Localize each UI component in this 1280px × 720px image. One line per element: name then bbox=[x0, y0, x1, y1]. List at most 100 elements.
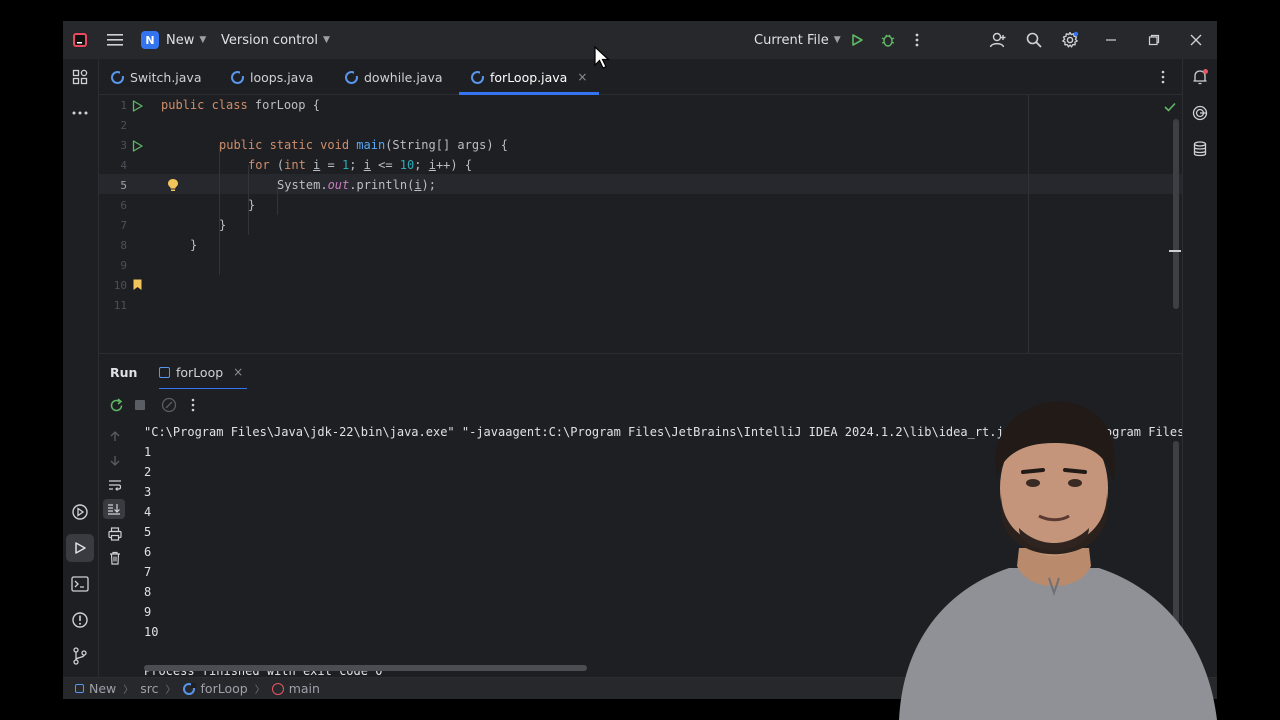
code-line-7: } bbox=[219, 218, 227, 232]
keyword: public class bbox=[161, 98, 255, 112]
class-name: forLoop bbox=[254, 98, 306, 112]
project-structure-icon[interactable] bbox=[66, 63, 94, 91]
code-text: .println( bbox=[349, 178, 415, 192]
console-horizontal-scrollbar[interactable] bbox=[144, 665, 587, 671]
terminal-icon[interactable] bbox=[66, 570, 94, 598]
chevron-down-icon: ▼ bbox=[323, 35, 330, 45]
search-icon[interactable] bbox=[1026, 21, 1042, 59]
more-actions-icon[interactable] bbox=[915, 21, 919, 59]
vcs-label: Version control bbox=[221, 32, 318, 48]
tab-forloop-java[interactable]: forLoop.java × bbox=[459, 59, 600, 95]
java-class-icon bbox=[471, 70, 485, 84]
tab-options-icon[interactable] bbox=[1161, 70, 1165, 88]
current-line-highlight bbox=[99, 174, 1182, 194]
variable: i bbox=[414, 178, 422, 192]
run-tab-forloop[interactable]: forLoop × bbox=[159, 354, 248, 390]
problems-icon[interactable] bbox=[66, 606, 94, 634]
notifications-bell-icon[interactable] bbox=[1186, 63, 1214, 91]
tab-dowhile-java[interactable]: dowhile.java bbox=[345, 59, 443, 95]
keyword: public static void bbox=[219, 138, 357, 152]
number-literal: 10 bbox=[399, 158, 415, 172]
method-icon bbox=[271, 682, 284, 695]
code-text: ; bbox=[349, 158, 364, 172]
console-output-line: 3 bbox=[144, 485, 152, 499]
run-button[interactable] bbox=[850, 21, 864, 59]
chevron-right-icon: 〉 bbox=[165, 685, 176, 696]
breadcrumb-item[interactable]: src bbox=[140, 681, 158, 696]
variable: i bbox=[363, 158, 371, 172]
code-text: ); bbox=[421, 178, 436, 192]
minimize-icon[interactable] bbox=[1105, 21, 1117, 59]
no-problems-check-icon[interactable] bbox=[1164, 101, 1176, 116]
services-icon[interactable] bbox=[66, 498, 94, 526]
right-margin-guide bbox=[1028, 95, 1029, 353]
line-number: 9 bbox=[120, 259, 127, 272]
mouse-cursor-icon bbox=[594, 45, 611, 74]
more-tool-windows-icon[interactable] bbox=[66, 99, 94, 127]
down-arrow-icon[interactable] bbox=[109, 455, 121, 471]
ai-assistant-icon[interactable] bbox=[1186, 99, 1214, 127]
run-config-selector[interactable]: Current File ▼ bbox=[754, 21, 841, 59]
main-menu-icon[interactable] bbox=[107, 21, 123, 59]
breadcrumb-item[interactable]: main bbox=[289, 681, 320, 696]
project-name: New bbox=[166, 32, 195, 48]
tab-label: Switch.java bbox=[130, 69, 202, 85]
run-panel-title: Run bbox=[110, 364, 138, 380]
line-number: 6 bbox=[120, 199, 127, 212]
scroll-to-end-icon[interactable] bbox=[103, 499, 125, 519]
code-text: <= bbox=[370, 158, 400, 172]
soft-wrap-icon[interactable] bbox=[108, 479, 122, 495]
keyword: for bbox=[248, 158, 277, 172]
run-tab-label: forLoop bbox=[176, 364, 224, 380]
code-line-1: public class forLoop { bbox=[161, 98, 320, 112]
run-gutter-icon[interactable] bbox=[132, 100, 143, 116]
lightbulb-icon[interactable] bbox=[167, 178, 179, 196]
breadcrumb-item[interactable]: forLoop bbox=[201, 681, 248, 696]
code-text: ; bbox=[414, 158, 429, 172]
editor-scrollbar[interactable] bbox=[1173, 119, 1179, 309]
add-user-icon[interactable] bbox=[989, 21, 1007, 59]
database-icon[interactable] bbox=[1186, 135, 1214, 163]
breadcrumb-item[interactable]: New bbox=[89, 681, 116, 696]
tab-switch-java[interactable]: Switch.java bbox=[111, 59, 202, 95]
tab-loops-java[interactable]: loops.java bbox=[231, 59, 313, 95]
up-arrow-icon[interactable] bbox=[109, 430, 121, 446]
code-line-6: } bbox=[248, 198, 256, 212]
rerun-icon[interactable] bbox=[109, 398, 124, 417]
indent-guide bbox=[219, 145, 220, 275]
git-branch-icon[interactable] bbox=[66, 642, 94, 670]
debug-button[interactable] bbox=[880, 21, 896, 59]
intellij-logo-icon[interactable] bbox=[72, 21, 88, 59]
trash-icon[interactable] bbox=[109, 551, 121, 569]
code-text: = bbox=[320, 158, 342, 172]
java-class-icon bbox=[182, 682, 196, 695]
console-output-line: 10 bbox=[144, 625, 159, 639]
left-tool-bar bbox=[63, 59, 99, 699]
console-output-line: 6 bbox=[144, 545, 152, 559]
print-icon[interactable] bbox=[108, 527, 122, 545]
code-line-5: System.out.println(i); bbox=[277, 178, 436, 192]
attach-debugger-icon[interactable] bbox=[161, 397, 177, 417]
bookmark-icon[interactable] bbox=[133, 279, 142, 295]
restore-icon[interactable] bbox=[1148, 21, 1160, 59]
scroll-marker bbox=[1169, 250, 1181, 252]
project-widget[interactable]: N New ▼ bbox=[141, 21, 206, 59]
run-gutter-icon[interactable] bbox=[132, 140, 143, 156]
java-class-icon bbox=[231, 70, 245, 84]
vcs-widget[interactable]: Version control ▼ bbox=[221, 21, 330, 59]
console-output-line: 2 bbox=[144, 465, 152, 479]
close-tab-icon[interactable]: × bbox=[577, 70, 587, 84]
method-name: main bbox=[356, 138, 386, 152]
code-editor[interactable]: 1 2 3 4 5 6 7 8 9 10 11 public class for… bbox=[99, 95, 1182, 353]
run-tool-icon[interactable] bbox=[66, 534, 94, 562]
application-icon bbox=[159, 366, 170, 378]
static-field: out bbox=[327, 178, 350, 192]
settings-gear-icon[interactable] bbox=[1061, 21, 1079, 59]
more-options-icon[interactable] bbox=[191, 398, 195, 416]
close-window-icon[interactable] bbox=[1190, 21, 1202, 59]
line-number: 8 bbox=[120, 239, 127, 252]
tab-label: dowhile.java bbox=[364, 69, 443, 85]
console-output-line: 1 bbox=[144, 445, 152, 459]
stop-icon[interactable] bbox=[135, 400, 145, 410]
close-run-tab-icon[interactable]: × bbox=[233, 365, 243, 379]
